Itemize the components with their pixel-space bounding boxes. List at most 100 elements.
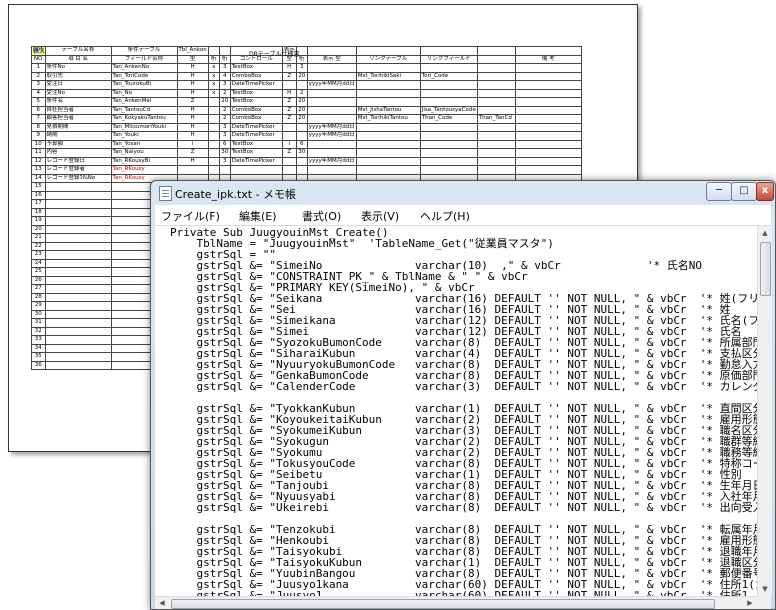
sheet-cell: 受注日 bbox=[44, 80, 112, 90]
sheet-cell bbox=[514, 80, 582, 90]
sheet-cell: 5 bbox=[31, 97, 46, 107]
sheet-cell bbox=[476, 105, 516, 115]
sheet-cell: Z bbox=[176, 97, 209, 107]
close-button[interactable]: x bbox=[756, 182, 774, 201]
scroll-down-arrow-icon[interactable]: ▼ bbox=[758, 582, 772, 596]
sheet-cell: 34 bbox=[31, 343, 46, 353]
sheet-cell bbox=[207, 131, 220, 141]
sheet-cell: H bbox=[176, 80, 209, 90]
sheet-cell bbox=[295, 80, 308, 90]
sheet-cell bbox=[295, 122, 308, 132]
title-bar[interactable]: Create_ipk.txt - メモ帳 ─ □ x bbox=[151, 181, 775, 205]
sheet-cell: 31 bbox=[31, 318, 46, 328]
sheet-cell: 受注No bbox=[44, 88, 112, 98]
vertical-scrollbar[interactable]: ▲ ▼ bbox=[757, 226, 772, 596]
sheet-cell: TextBox bbox=[229, 63, 283, 73]
menu-file[interactable]: ファイル(F) bbox=[161, 208, 220, 224]
notepad-app-icon[interactable] bbox=[159, 186, 172, 201]
code-text[interactable]: Private Sub JuugyouinMst_Create() TblNam… bbox=[170, 227, 757, 596]
sheet-cell bbox=[419, 156, 478, 166]
sheet-cell: DateTimePicker bbox=[229, 156, 283, 166]
sheet-cell: Tan_AnkenMei bbox=[110, 97, 178, 107]
sheet-cell: 1 bbox=[31, 63, 46, 73]
sheet-cell: 32 bbox=[31, 326, 46, 336]
sheet-cell: 29 bbox=[31, 301, 46, 311]
sheet-cell: 8 bbox=[31, 122, 46, 132]
sheet-cell bbox=[419, 97, 478, 107]
sheet-cell: H bbox=[176, 122, 209, 132]
sheet-cell bbox=[355, 122, 421, 132]
sheet-cell bbox=[419, 165, 478, 175]
sheet-cell bbox=[218, 165, 231, 175]
window-title: Create_ipk.txt - メモ帳 bbox=[175, 188, 297, 201]
sheet-cell bbox=[44, 326, 112, 336]
sheet-row: 1 条件No Tan_AnkenNo Hx 3 TextBox H 3 bbox=[31, 63, 582, 73]
sheet-cell bbox=[44, 352, 112, 362]
sheet-row: 4 受注No Tan_No Hx 2 TextBox H 2 bbox=[31, 88, 582, 98]
sheet-row: 11 内容 Tan_Naiyou Z 30 TextBox Z 30 bbox=[31, 148, 582, 158]
sheet-cell bbox=[306, 114, 357, 124]
sheet-cell bbox=[207, 114, 220, 124]
sheet-cell bbox=[355, 46, 421, 56]
sheet-cell bbox=[476, 148, 516, 158]
maximize-button[interactable]: □ bbox=[731, 182, 757, 201]
sheet-cell bbox=[207, 165, 220, 175]
sheet-cell: 20 bbox=[31, 224, 46, 234]
scroll-left-arrow-icon[interactable]: ◀ bbox=[155, 597, 169, 609]
sheet-cell: 3 bbox=[218, 156, 231, 166]
sheet-cell: DateTimePicker bbox=[229, 131, 283, 141]
sheet-cell bbox=[476, 139, 516, 149]
sheet-cell bbox=[514, 105, 582, 115]
sheet-cell bbox=[44, 216, 112, 226]
sheet-cell bbox=[419, 122, 478, 132]
sheet-cell bbox=[514, 165, 582, 175]
sheet-cell bbox=[355, 156, 421, 166]
sheet-cell bbox=[44, 182, 112, 192]
sheet-cell: レコード登録ｽﾀﾑNo bbox=[44, 173, 112, 183]
sheet-cell: Mst_TorihikiTantou bbox=[355, 114, 421, 124]
sheet-cell bbox=[419, 131, 478, 141]
sheet-cell: 30 bbox=[218, 148, 231, 158]
sheet-cell bbox=[44, 301, 112, 311]
sheet-cell: x bbox=[207, 63, 220, 73]
sheet-cell: 2 bbox=[295, 88, 308, 98]
sheet-cell: Tan_AnkenNo bbox=[110, 63, 178, 73]
text-editor-area[interactable]: Private Sub JuugyouinMst_Create() TblNam… bbox=[155, 226, 757, 596]
menu-view[interactable]: 表示(V) bbox=[361, 208, 399, 224]
sheet-cell: 30 bbox=[31, 309, 46, 319]
scroll-right-arrow-icon[interactable]: ▶ bbox=[743, 597, 757, 609]
sheet-header-row-2: NO 項 目 名フィールド名称型桁桁コントロール型桁表示 型リンクテーブル リンクフ… bbox=[31, 54, 582, 64]
vertical-scroll-thumb[interactable] bbox=[760, 242, 771, 296]
sheet-cell: 23 bbox=[31, 250, 46, 260]
sheet-cell: 2 bbox=[218, 114, 231, 124]
sheet-cell bbox=[514, 63, 582, 73]
sheet-cell: H bbox=[281, 63, 297, 73]
sheet-cell: 20 bbox=[295, 105, 308, 115]
sheet-cell: H bbox=[176, 114, 209, 124]
sheet-cell: 18 bbox=[31, 207, 46, 217]
sheet-cell: H bbox=[176, 156, 209, 166]
sheet-cell: 35 bbox=[31, 352, 46, 362]
minimize-button[interactable]: ─ bbox=[706, 182, 732, 201]
sheet-cell: ComboBox bbox=[229, 105, 283, 115]
sheet-cell: Z bbox=[281, 114, 297, 124]
sheet-cell bbox=[281, 165, 297, 175]
sheet-row: 2 取引先 Tan_ToriCode Hx 4 ComboBox Z 20 Mst_Torihi… bbox=[31, 71, 582, 81]
sheet-cell: 取引先 bbox=[44, 71, 112, 81]
sheet-cell bbox=[44, 258, 112, 268]
horizontal-scrollbar[interactable]: ◀ ▶ bbox=[155, 596, 757, 609]
sheet-cell bbox=[207, 97, 220, 107]
sheet-cell bbox=[306, 88, 357, 98]
resize-grip[interactable] bbox=[757, 596, 771, 609]
menu-edit[interactable]: 編集(E) bbox=[239, 208, 277, 224]
menu-help[interactable]: ヘルプ(H) bbox=[420, 208, 470, 224]
sheet-cell: 27 bbox=[31, 284, 46, 294]
sheet-cell bbox=[476, 63, 516, 73]
sheet-cell: H bbox=[281, 88, 297, 98]
sheet-cell: 20 bbox=[295, 97, 308, 107]
scroll-up-arrow-icon[interactable]: ▲ bbox=[758, 226, 772, 240]
horizontal-scroll-thumb[interactable] bbox=[171, 599, 715, 609]
sheet-cell: Tan_No bbox=[110, 88, 178, 98]
sheet-cell bbox=[44, 199, 112, 209]
menu-format[interactable]: 書式(O) bbox=[302, 208, 341, 224]
